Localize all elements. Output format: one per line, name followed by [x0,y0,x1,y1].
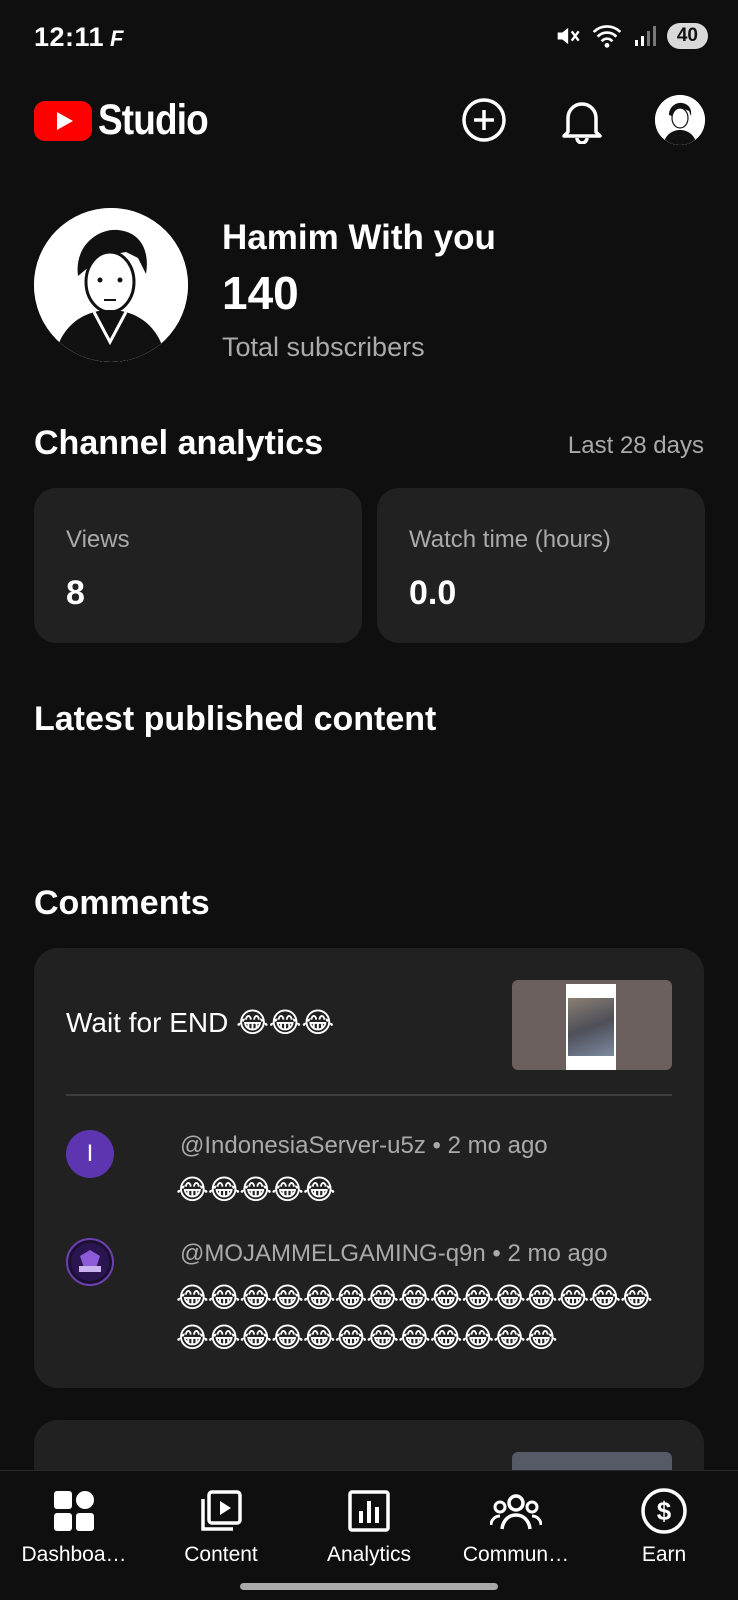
commenter-avatar [66,1238,114,1286]
nav-label: Content [184,1543,258,1566]
latest-content-title: Latest published content [34,700,437,738]
analytics-icon [299,1483,439,1539]
gaming-logo-icon [71,1243,109,1281]
bell-icon [562,102,602,144]
subscriber-label: Total subscribers [222,332,425,362]
channel-header: Hamim With you 140 Total subscribers [34,208,704,368]
comment-time: 2 mo ago [507,1240,608,1267]
status-bar: 12:11 F 40 [0,0,738,76]
comments-title: Comments [34,884,210,922]
add-circle-icon [462,98,506,142]
studio-logo[interactable]: Studio [34,96,226,145]
status-time: 12:11 [34,22,105,52]
battery-indicator: 40 [666,23,708,49]
thumbnail-image [568,998,614,1056]
notifications-button[interactable] [556,94,608,146]
brand-label: Studio [98,96,209,144]
nav-content[interactable]: Content [151,1483,291,1567]
channel-avatar-illustration-icon [34,208,188,362]
comment-author: @IndonesiaServer-u5z [180,1132,426,1159]
views-value: 8 [66,574,85,612]
comment-meta: @MOJAMMELGAMING-q9n • 2 mo ago [180,1240,608,1267]
bottom-nav: Dashboa… Content Analytics Commun… $ Ear… [0,1470,738,1600]
mute-icon [557,27,580,45]
nav-community[interactable]: Commun… [446,1483,586,1567]
nav-earn[interactable]: $ Earn [594,1483,734,1567]
avatar [655,95,705,145]
video-title: Wait for END 😂😂😂 [66,1007,335,1038]
thumbnail-frame [566,984,616,1070]
nav-label: Analytics [326,1543,412,1566]
channel-avatar[interactable] [34,208,188,362]
nav-dashboard[interactable]: Dashboa… [4,1483,144,1567]
channel-name: Hamim With you [222,218,496,257]
community-icon [446,1483,586,1539]
nav-analytics[interactable]: Analytics [299,1483,439,1567]
analytics-title: Channel analytics [34,424,324,462]
wifi-icon [592,25,622,48]
divider [66,1094,672,1096]
nav-label: Earn [641,1543,687,1566]
account-button[interactable] [654,94,706,146]
nav-label: Dashboa… [21,1543,127,1566]
content-icon [151,1483,291,1539]
comment-text: 😂😂😂😂😂 [176,1174,336,1205]
svg-text:$: $ [657,1496,672,1526]
watch-time-value: 0.0 [409,574,457,612]
home-indicator[interactable] [240,1583,498,1590]
dashboard-icon [4,1483,144,1539]
nav-label: Commun… [462,1543,570,1566]
signal-icon [634,26,656,46]
comment-meta: @IndonesiaServer-u5z • 2 mo ago [180,1132,548,1159]
subscriber-count: 140 [222,267,299,319]
create-button[interactable] [458,94,510,146]
watch-time-label: Watch time (hours) [409,526,611,553]
app-bar: Studio [0,84,738,156]
video-thumbnail[interactable] [512,980,672,1070]
avatar-illustration-icon [655,95,705,145]
views-label: Views [66,526,130,553]
comment-time: 2 mo ago [447,1132,548,1159]
earn-icon: $ [594,1483,734,1539]
watch-time-card[interactable]: Watch time (hours) 0.0 [377,488,705,643]
status-icons: 40 [553,22,708,50]
comments-card[interactable]: Wait for END 😂😂😂 I @IndonesiaServer-u5z … [34,948,704,1388]
comment-author: @MOJAMMELGAMING-q9n [180,1240,486,1267]
youtube-play-icon [34,100,92,141]
comment-text: 😂😂😂😂😂😂😂😂😂😂😂😂😂😂😂😂😂😂😂😂😂😂😂😂😂😂😂 [176,1282,653,1353]
analytics-period: Last 28 days [567,432,704,459]
views-card[interactable]: Views 8 [34,488,362,643]
app-notification-icon: F [110,26,124,51]
commenter-avatar: I [66,1130,114,1178]
